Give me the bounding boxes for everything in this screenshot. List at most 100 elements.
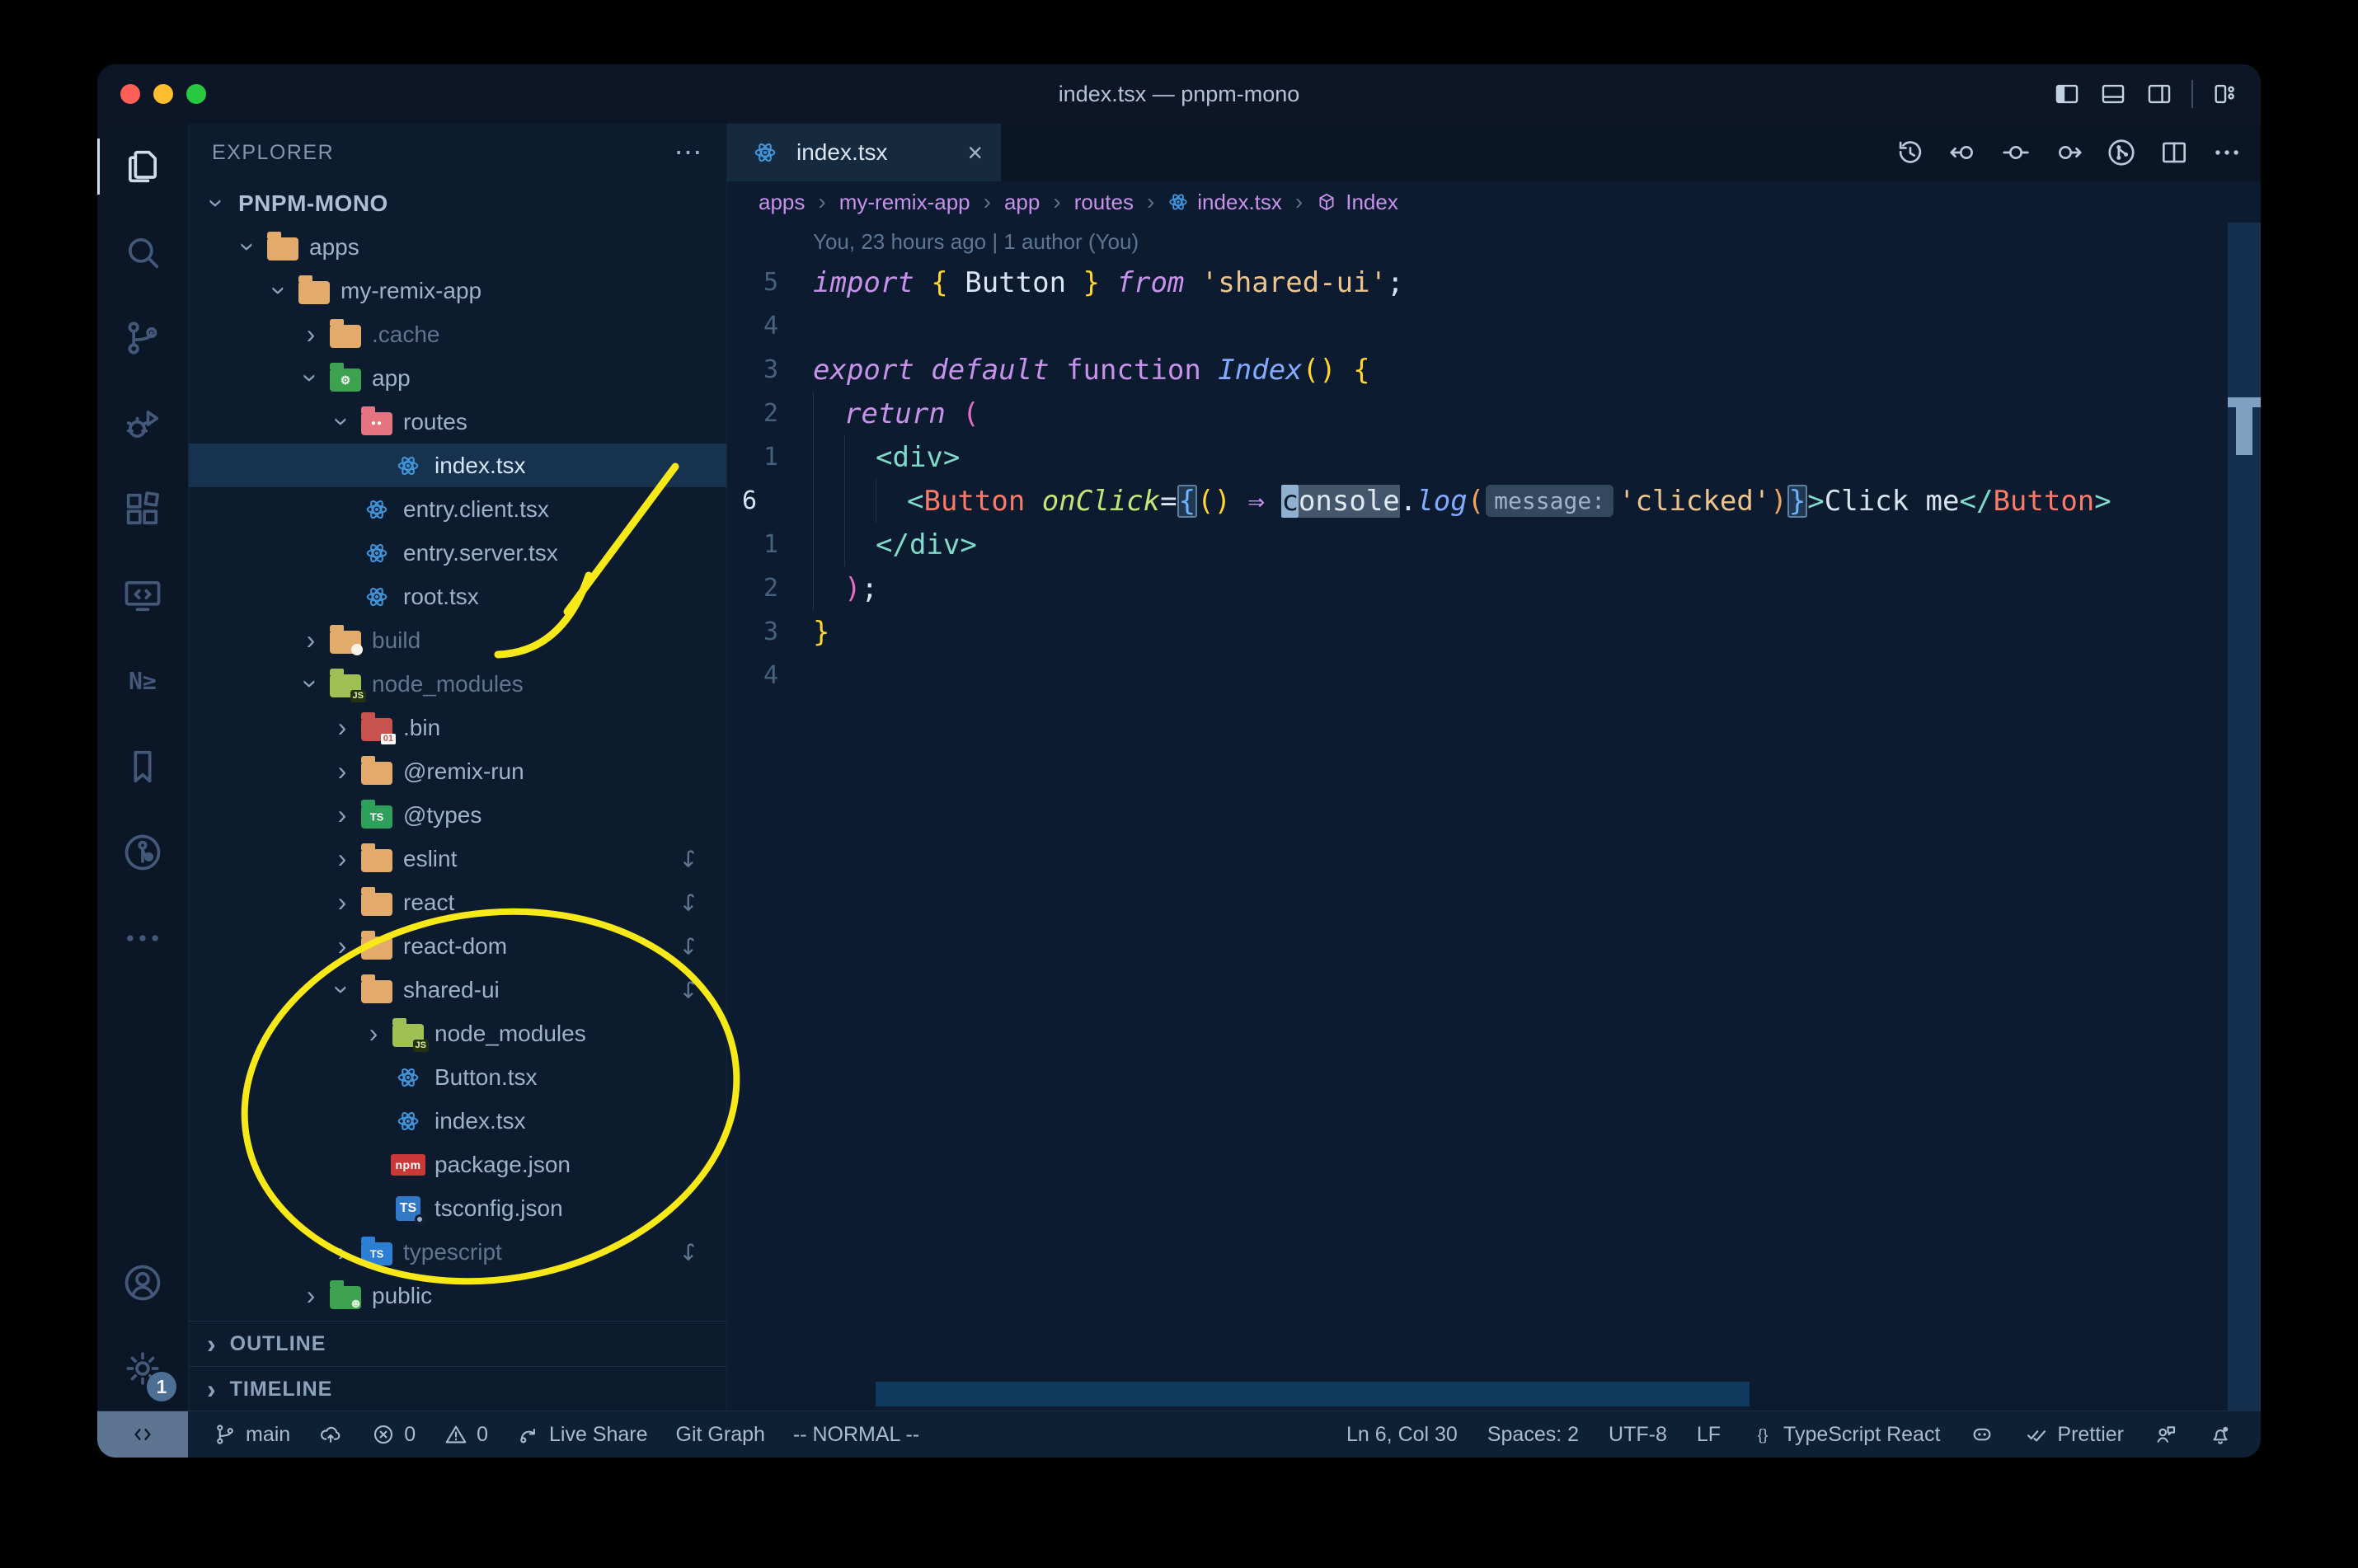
tree-item-tsconfig-json[interactable]: TS tsconfig.json [189, 1186, 726, 1230]
status-item-feedback-icon[interactable] [2154, 1422, 2178, 1447]
tree-item-node-modules[interactable]: › JS node_modules [189, 662, 726, 706]
breadcrumb-item-index[interactable]: Index [1316, 190, 1398, 215]
breadcrumb-item-routes[interactable]: routes [1074, 190, 1134, 215]
gitlens-graph-icon[interactable] [2106, 137, 2137, 168]
current-change-icon[interactable] [2000, 137, 2032, 168]
code-line-3[interactable]: 3 export default function Index() { [727, 348, 2261, 392]
status-item-0[interactable]: 0 [444, 1422, 488, 1447]
tree-item--types[interactable]: › TS @types [189, 793, 726, 837]
breadcrumb-item-apps[interactable]: apps [759, 190, 805, 215]
customize-layout-icon[interactable] [2211, 80, 2239, 108]
status-item-cloud-upload-icon[interactable] [318, 1422, 343, 1447]
views-and-more-actions-icon[interactable]: ⋯ [674, 136, 704, 169]
symbol-module [1319, 193, 1334, 211]
horizontal-scrollbar[interactable] [876, 1382, 1750, 1406]
status-item-bell-icon[interactable] [2208, 1422, 2233, 1447]
code-line-3[interactable]: 3} [727, 610, 2261, 654]
split-editor-icon[interactable] [2158, 137, 2190, 168]
minimize-window-button[interactable] [153, 84, 173, 104]
tree-item-public[interactable]: › ☻ public [189, 1274, 726, 1317]
more-actions-icon[interactable] [2211, 137, 2243, 168]
window-controls[interactable] [120, 64, 206, 124]
code-line-1[interactable]: 1 </div> [727, 523, 2261, 566]
status-item-typescript-react[interactable]: {} TypeScript React [1750, 1422, 1941, 1447]
section-timeline[interactable]: › TIMELINE [189, 1366, 726, 1411]
react-icon [357, 541, 397, 566]
tree-item-react[interactable]: › react ↪ [189, 880, 726, 924]
activity-bar-item-extensions[interactable] [97, 467, 188, 552]
activity-bar-item-accounts[interactable] [97, 1240, 188, 1326]
tree-item-my-remix-app[interactable]: › my-remix-app [189, 269, 726, 312]
tab-index-tsx[interactable]: index.tsx × [727, 124, 1001, 181]
react [366, 587, 388, 606]
navigate-back-icon[interactable] [1947, 137, 1979, 168]
code-line-4[interactable]: 4 [727, 304, 2261, 348]
tree-item-root-tsx[interactable]: root.tsx [189, 575, 726, 618]
status-item-git-graph[interactable]: Git Graph [676, 1423, 765, 1447]
status-item-lf[interactable]: LF [1697, 1423, 1721, 1447]
vertical-scrollbar[interactable] [2228, 223, 2261, 1411]
tree-item-shared-ui[interactable]: › shared-ui ↪ [189, 968, 726, 1012]
tree-item-eslint[interactable]: › eslint ↪ [189, 837, 726, 880]
activity-bar-item-bookmarks[interactable] [97, 724, 188, 810]
tree-item-index-tsx[interactable]: index.tsx [189, 444, 726, 487]
tree-item--bin[interactable]: › 01 .bin [189, 706, 726, 749]
status-item-ln-6-col-30[interactable]: Ln 6, Col 30 [1346, 1423, 1458, 1447]
navigate-forward-icon[interactable] [2053, 137, 2084, 168]
close-window-button[interactable] [120, 84, 140, 104]
toggle-secondary-sidebar-icon[interactable] [2145, 80, 2173, 108]
tree-item-apps[interactable]: › apps [189, 225, 726, 269]
activity-bar-item-source-control[interactable] [97, 295, 188, 381]
toggle-primary-sidebar-icon[interactable] [2053, 80, 2081, 108]
tree-item--cache[interactable]: › .cache [189, 312, 726, 356]
tree-item-button-tsx[interactable]: Button.tsx [189, 1055, 726, 1099]
toggle-panel-icon[interactable] [2099, 80, 2127, 108]
status-item-live-share[interactable]: Live Share [516, 1422, 648, 1447]
code-line-6[interactable]: 6 < Button onClick ={() ⇒ c onsole. log(messa… [727, 479, 2261, 523]
tree-item-package-json[interactable]: npm package.json [189, 1143, 726, 1186]
tree-item-node-modules[interactable]: › JS node_modules [189, 1012, 726, 1055]
activity-bar-item-more-views[interactable] [97, 895, 188, 981]
section-outline[interactable]: › OUTLINE [189, 1321, 726, 1366]
status-item-0[interactable]: 0 [371, 1422, 416, 1447]
activity-bar-item-remote-explorer[interactable] [97, 552, 188, 638]
status-item-main[interactable]: main [213, 1422, 290, 1447]
zoom-window-button[interactable] [186, 84, 206, 104]
activity-bar-item-run-debug[interactable] [97, 381, 188, 467]
tree-item-entry-client-tsx[interactable]: entry.client.tsx [189, 487, 726, 531]
status-item-spaces-2[interactable]: Spaces: 2 [1487, 1423, 1579, 1447]
react-icon [388, 1109, 428, 1134]
code-line-2[interactable]: 2); [727, 566, 2261, 610]
activity-bar-item-search[interactable] [97, 209, 188, 295]
code-line-2[interactable]: 2 return ( [727, 392, 2261, 435]
scrollbar-thumb[interactable] [2236, 407, 2252, 455]
tree-item-app[interactable]: › ⚙ app [189, 356, 726, 400]
status-item-utf-8[interactable]: UTF-8 [1609, 1423, 1667, 1447]
code-line-5[interactable]: 5 import { Button } from 'shared-ui'; [727, 261, 2261, 304]
tree-item-index-tsx[interactable]: index.tsx [189, 1099, 726, 1143]
status-item-copilot-icon[interactable] [1970, 1422, 1994, 1447]
breadcrumb-separator: › [983, 189, 991, 214]
tree-item--remix-run[interactable]: › @remix-run [189, 749, 726, 793]
tree-item-react-dom[interactable]: › react-dom ↪ [189, 924, 726, 968]
status-item-prettier[interactable]: Prettier [2024, 1422, 2124, 1447]
activity-bar-item-explorer[interactable] [97, 124, 188, 209]
tree-item-typescript[interactable]: › TS typescript ↪ [189, 1230, 726, 1274]
code-area[interactable]: You, 23 hours ago | 1 author (You) 5 impo… [727, 223, 2261, 1411]
remote-indicator[interactable] [97, 1411, 188, 1458]
tree-item-entry-server-tsx[interactable]: entry.server.tsx [189, 531, 726, 575]
tree-root-pnpm-mono[interactable]: › PNPM-MONO [189, 181, 726, 225]
activity-bar-item-nx-console[interactable]: N≥ [97, 638, 188, 724]
tree-item-build[interactable]: › build [189, 618, 726, 662]
code-line-1[interactable]: 1 <div> [727, 435, 2261, 479]
close-tab-icon[interactable]: × [967, 138, 983, 168]
tree-item-routes[interactable]: › ●● routes [189, 400, 726, 444]
breadcrumb-item-index-tsx[interactable]: index.tsx [1167, 190, 1282, 215]
file-history-icon[interactable] [1895, 137, 1926, 168]
breadcrumb-item-app[interactable]: app [1004, 190, 1040, 215]
code-line-4[interactable]: 4 [727, 654, 2261, 697]
status-item--normal-[interactable]: -- NORMAL -- [793, 1423, 919, 1447]
activity-bar-item-settings[interactable]: 1 [97, 1326, 188, 1411]
breadcrumb-item-my-remix-app[interactable]: my-remix-app [839, 190, 970, 215]
activity-bar-item-gitlens[interactable] [97, 810, 188, 895]
